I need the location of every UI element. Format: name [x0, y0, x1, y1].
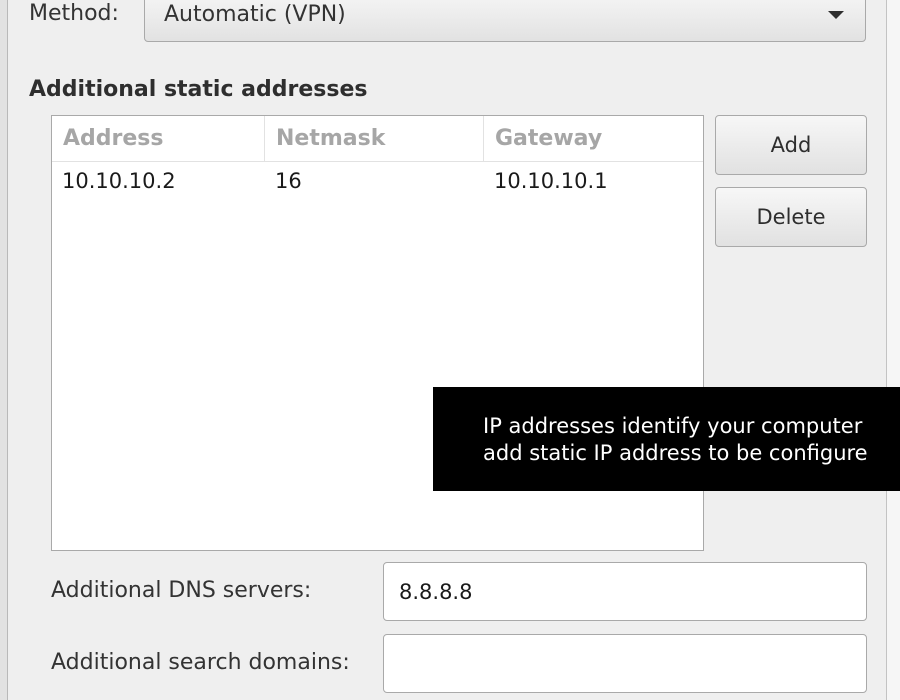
add-button[interactable]: Add: [715, 115, 867, 175]
table-header: Address Netmask Gateway: [52, 116, 703, 162]
delete-button[interactable]: Delete: [715, 187, 867, 247]
dns-servers-input[interactable]: [383, 562, 867, 621]
column-header-address[interactable]: Address: [52, 116, 265, 161]
method-label: Method:: [29, 1, 119, 26]
netmask-cell[interactable]: 16: [265, 162, 302, 200]
search-domains-input[interactable]: [383, 634, 867, 693]
table-row[interactable]: 10.10.10.2 16 10.10.10.1: [52, 162, 703, 200]
column-header-netmask[interactable]: Netmask: [265, 116, 484, 161]
method-dropdown[interactable]: Automatic (VPN): [144, 0, 866, 42]
address-cell[interactable]: 10.10.10.2: [52, 162, 176, 200]
ipv4-settings-panel: Method: Automatic (VPN) Additional stati…: [0, 0, 900, 700]
method-selected-value: Automatic (VPN): [164, 2, 346, 27]
window-frame-right: [886, 0, 900, 700]
window-frame-left: [0, 0, 8, 700]
dns-servers-label: Additional DNS servers:: [51, 578, 312, 603]
static-addresses-title: Additional static addresses: [29, 77, 368, 102]
tooltip: IP addresses identify your computer add …: [433, 387, 900, 491]
gateway-cell[interactable]: 10.10.10.1: [484, 162, 608, 200]
tooltip-line-1: IP addresses identify your computer: [483, 414, 863, 438]
chevron-down-icon: [828, 11, 844, 19]
column-header-gateway[interactable]: Gateway: [484, 116, 703, 161]
search-domains-label: Additional search domains:: [51, 650, 350, 675]
tooltip-line-2: add static IP address to be configure: [483, 441, 868, 465]
